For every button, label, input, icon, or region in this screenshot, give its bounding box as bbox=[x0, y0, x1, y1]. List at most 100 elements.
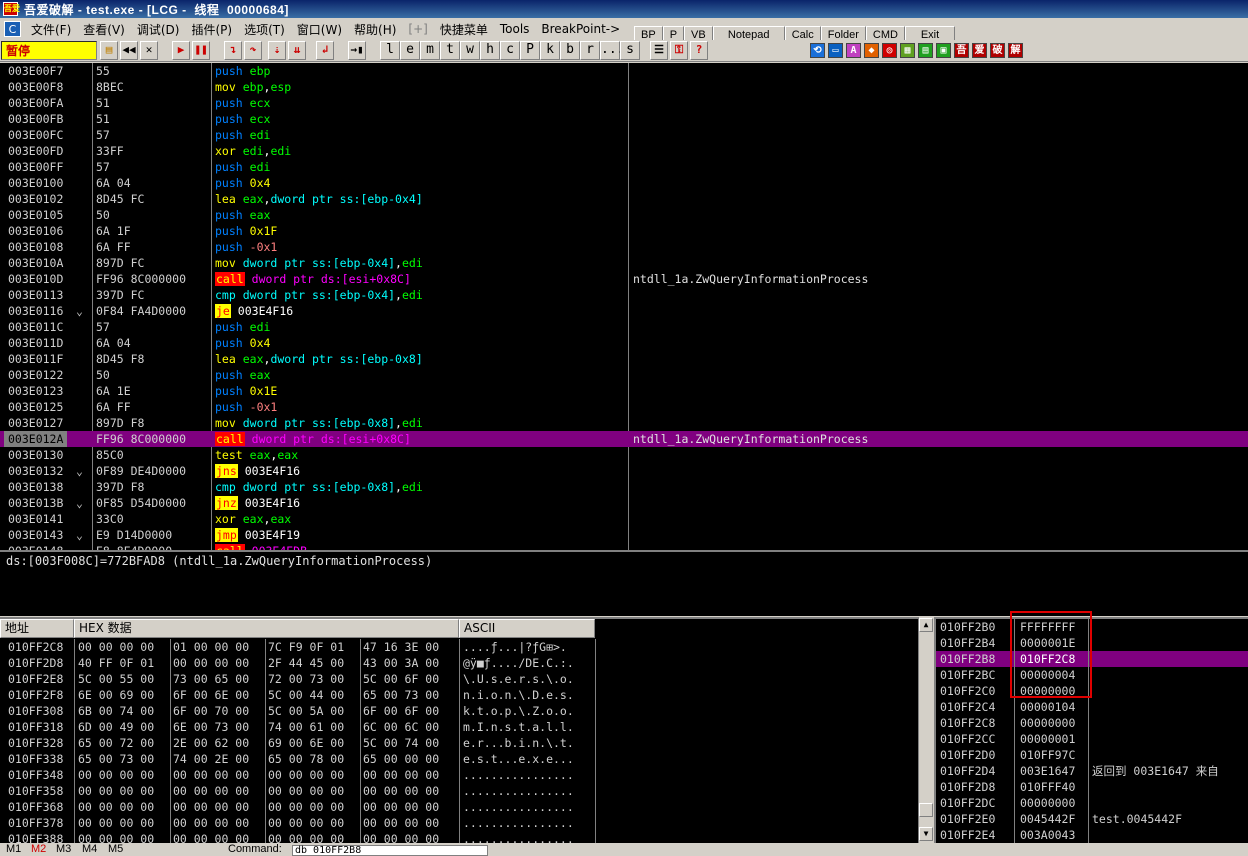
disasm-row[interactable]: 003E0122 50 push eax bbox=[0, 367, 1248, 383]
step-over-icon[interactable]: ↷ bbox=[244, 41, 262, 60]
stack-row[interactable]: 010FF2D0 010FF97C bbox=[936, 747, 1248, 763]
disasm-row[interactable]: 003E011C 57 push edi bbox=[0, 319, 1248, 335]
screen-icon[interactable]: ▣ bbox=[936, 43, 951, 58]
disasm-row[interactable]: 003E011D 6A 04 push 0x4 bbox=[0, 335, 1248, 351]
disasm-row[interactable]: 003E0132 ⌄ 0F89 DE4D0000 jns 003E4F16 bbox=[0, 463, 1248, 479]
memory-dump-pane[interactable]: 地址 HEX 数据 ASCII 010FF2C8 00 00 00 00 01 00… bbox=[0, 617, 932, 846]
dump-header-hex[interactable]: HEX 数据 bbox=[74, 619, 459, 638]
dump-row[interactable]: 010FF2E8 5C 00 55 00 73 00 65 00 72 00 73 0… bbox=[0, 671, 920, 687]
badge-wu[interactable]: 吾 bbox=[954, 43, 969, 58]
disasm-row[interactable]: 003E0116 ⌄ 0F84 FA4D0000 je 003E4F16 bbox=[0, 303, 1248, 319]
disasm-row[interactable]: 003E011F 8D45 F8 lea eax,dword ptr ss:[ebp… bbox=[0, 351, 1248, 367]
disasm-row[interactable]: 003E0108 6A FF push -0x1 bbox=[0, 239, 1248, 255]
disasm-row[interactable]: 003E0113 397D FC cmp dword ptr ss:[ebp-0x4… bbox=[0, 287, 1248, 303]
menu-file[interactable]: 文件(F) bbox=[25, 21, 77, 38]
stack-row[interactable]: 010FF2C0 00000000 bbox=[936, 683, 1248, 699]
target-icon[interactable]: ◎ bbox=[882, 43, 897, 58]
close-icon[interactable]: ✕ bbox=[140, 41, 158, 60]
source-button[interactable]: s bbox=[620, 41, 640, 60]
dump-row[interactable]: 010FF348 00 00 00 00 00 00 00 00 00 00 00 0… bbox=[0, 767, 920, 783]
menu-tools[interactable]: Tools bbox=[494, 22, 536, 36]
scroll-up-icon[interactable]: ▲ bbox=[919, 618, 933, 632]
dump-row[interactable]: 010FF328 65 00 72 00 2E 00 62 00 69 00 6E 0… bbox=[0, 735, 920, 751]
tab-m1[interactable]: M1 bbox=[6, 843, 21, 856]
dump-header-ascii[interactable]: ASCII bbox=[459, 619, 595, 638]
badge-po[interactable]: 破 bbox=[990, 43, 1005, 58]
menu-window[interactable]: 窗口(W) bbox=[291, 21, 348, 38]
trace-into-icon[interactable]: ⇣ bbox=[268, 41, 286, 60]
disasm-row[interactable]: 003E00FB 51 push ecx bbox=[0, 111, 1248, 127]
stack-row[interactable]: 010FF2CC 00000001 bbox=[936, 731, 1248, 747]
stack-row[interactable]: 010FF2C8 00000000 bbox=[936, 715, 1248, 731]
menu-help[interactable]: 帮助(H) bbox=[348, 21, 402, 38]
tab-m5[interactable]: M5 bbox=[108, 843, 123, 856]
cpu-window-icon[interactable]: C bbox=[4, 21, 21, 37]
memory-button[interactable]: m bbox=[420, 41, 440, 60]
stack-row[interactable]: 010FF2B4 0000001E bbox=[936, 635, 1248, 651]
windows-button[interactable]: w bbox=[460, 41, 480, 60]
disasm-row[interactable]: 003E00F8 8BEC mov ebp,esp bbox=[0, 79, 1248, 95]
disassembly-pane[interactable]: 003E00F7 55 push ebp 003E00F8 8BEC mov ebp,es… bbox=[0, 63, 1248, 550]
disasm-row[interactable]: 003E00FD 33FF xor edi,edi bbox=[0, 143, 1248, 159]
disasm-row[interactable]: 003E012A FF96 8C000000 call dword ptr ds:[… bbox=[0, 431, 1248, 447]
options-icon[interactable]: ⚿ bbox=[670, 41, 688, 60]
disasm-row[interactable]: 003E0105 50 push eax bbox=[0, 207, 1248, 223]
refresh-icon[interactable]: ⟲ bbox=[810, 43, 825, 58]
disasm-row[interactable]: 003E00FF 57 push edi bbox=[0, 159, 1248, 175]
disasm-row[interactable]: 003E00FC 57 push edi bbox=[0, 127, 1248, 143]
tab-m4[interactable]: M4 bbox=[82, 843, 97, 856]
menu-breakpoint[interactable]: BreakPoint-> bbox=[535, 22, 626, 36]
dump-row[interactable]: 010FF358 00 00 00 00 00 00 00 00 00 00 00 0… bbox=[0, 783, 920, 799]
stack-row[interactable]: 010FF2DC 00000000 bbox=[936, 795, 1248, 811]
ascii-icon[interactable]: A bbox=[846, 43, 861, 58]
help-icon[interactable]: ? bbox=[690, 41, 708, 60]
dump-header-address[interactable]: 地址 bbox=[0, 619, 74, 638]
disasm-row[interactable]: 003E0148 E8 8E4D0000 call 003E4EDB bbox=[0, 543, 1248, 550]
stack-row[interactable]: 010FF2E0 0045442F test.0045442F bbox=[936, 811, 1248, 827]
cmd-icon[interactable]: ▭ bbox=[828, 43, 843, 58]
badge-ai[interactable]: 爱 bbox=[972, 43, 987, 58]
disasm-row[interactable]: 003E0106 6A 1F push 0x1F bbox=[0, 223, 1248, 239]
dump-row[interactable]: 010FF2C8 00 00 00 00 01 00 00 00 7C F9 0F 0… bbox=[0, 639, 920, 655]
disasm-row[interactable]: 003E0138 397D F8 cmp dword ptr ss:[ebp-0x8… bbox=[0, 479, 1248, 495]
open-icon[interactable]: ▤ bbox=[100, 41, 118, 60]
handles-button[interactable]: h bbox=[480, 41, 500, 60]
plugin-icon[interactable]: ◆ bbox=[864, 43, 879, 58]
log-window-button[interactable]: l bbox=[380, 41, 400, 60]
disasm-row[interactable]: 003E010A 897D FC mov dword ptr ss:[ebp-0x4… bbox=[0, 255, 1248, 271]
disasm-row[interactable]: 003E0125 6A FF push -0x1 bbox=[0, 399, 1248, 415]
dump-scrollbar[interactable]: ▲ ▼ bbox=[918, 617, 933, 843]
menu-quick[interactable]: 快捷菜单 bbox=[434, 21, 494, 38]
stack-row[interactable]: 010FF2D4 003E1647 返回到 003E1647 来自 bbox=[936, 763, 1248, 779]
stack-row[interactable]: 010FF2BC 00000004 bbox=[936, 667, 1248, 683]
disasm-row[interactable]: 003E0127 897D F8 mov dword ptr ss:[ebp-0x8… bbox=[0, 415, 1248, 431]
step-into-icon[interactable]: ↴ bbox=[224, 41, 242, 60]
stack-row[interactable]: 010FF2B0 FFFFFFFF bbox=[936, 619, 1248, 635]
disasm-row[interactable]: 003E0143 ⌄ E9 D14D0000 jmp 003E4F19 bbox=[0, 527, 1248, 543]
disasm-row[interactable]: 003E013B ⌄ 0F85 D54D0000 jnz 003E4F16 bbox=[0, 495, 1248, 511]
disasm-row[interactable]: 003E00FA 51 push ecx bbox=[0, 95, 1248, 111]
tab-m3[interactable]: M3 bbox=[56, 843, 71, 856]
dump-row[interactable]: 010FF308 6B 00 74 00 6F 00 70 00 5C 00 5A 0… bbox=[0, 703, 920, 719]
menu-options[interactable]: 选项(T) bbox=[238, 21, 291, 38]
disasm-row[interactable]: 003E010D FF96 8C000000 call dword ptr ds:[… bbox=[0, 271, 1248, 287]
cpu-button[interactable]: c bbox=[500, 41, 520, 60]
dump-row[interactable]: 010FF2F8 6E 00 69 00 6F 00 6E 00 5C 00 44 0… bbox=[0, 687, 920, 703]
breakpoints-button[interactable]: b bbox=[560, 41, 580, 60]
badge-jie[interactable]: 解 bbox=[1008, 43, 1023, 58]
go-to-icon[interactable]: →▮ bbox=[348, 41, 366, 60]
grid-icon[interactable]: ▦ bbox=[900, 43, 915, 58]
dump-row[interactable]: 010FF368 00 00 00 00 00 00 00 00 00 00 00 0… bbox=[0, 799, 920, 815]
run-trace-button[interactable]: ... bbox=[600, 41, 624, 60]
dump-row[interactable]: 010FF378 00 00 00 00 00 00 00 00 00 00 00 0… bbox=[0, 815, 920, 831]
tab-m2[interactable]: M2 bbox=[31, 843, 46, 856]
references-button[interactable]: r bbox=[580, 41, 600, 60]
disasm-row[interactable]: 003E0130 85C0 test eax,eax bbox=[0, 447, 1248, 463]
run-icon[interactable]: ▶ bbox=[172, 41, 190, 60]
scroll-down-icon[interactable]: ▼ bbox=[919, 827, 933, 841]
dump-row[interactable]: 010FF338 65 00 73 00 74 00 2E 00 65 00 78 0… bbox=[0, 751, 920, 767]
dump-row[interactable]: 010FF318 6D 00 49 00 6E 00 73 00 74 00 61 0… bbox=[0, 719, 920, 735]
calc-icon[interactable]: ▤ bbox=[918, 43, 933, 58]
stack-row[interactable]: 010FF2E4 003A0043 bbox=[936, 827, 1248, 843]
threads-button[interactable]: t bbox=[440, 41, 460, 60]
